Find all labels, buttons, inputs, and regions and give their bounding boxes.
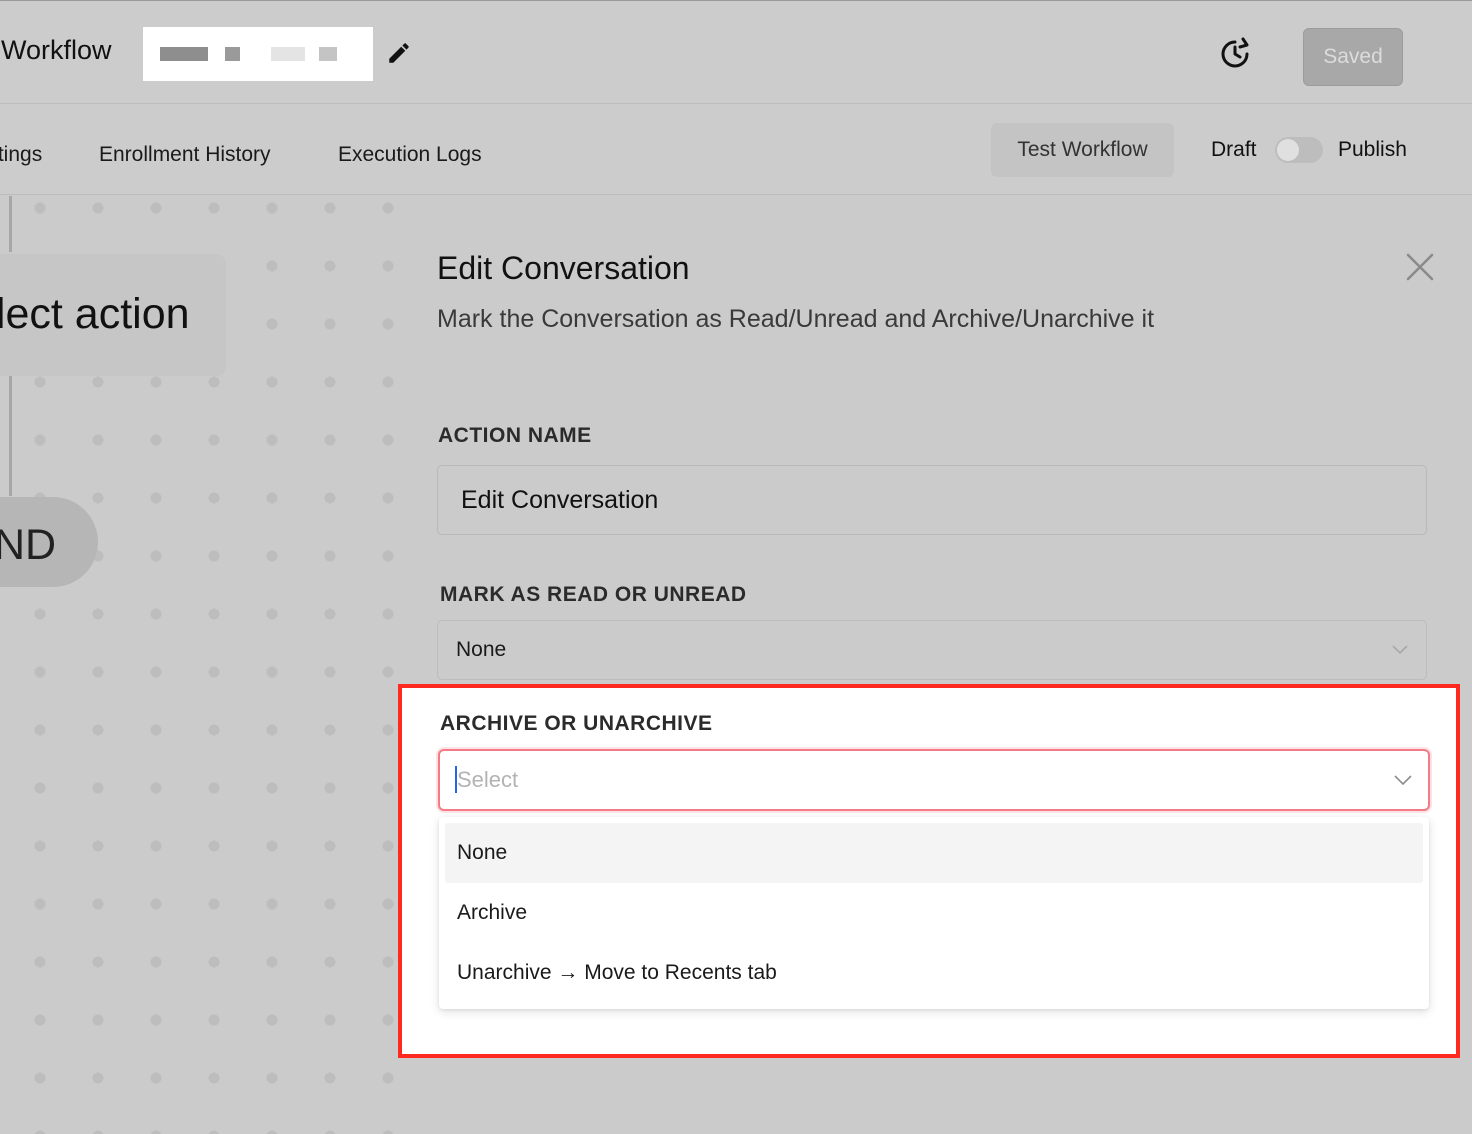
test-workflow-button[interactable]: Test Workflow (991, 123, 1174, 177)
pencil-icon[interactable] (386, 40, 412, 66)
panel-title: Edit Conversation (437, 250, 690, 286)
tab-execution-logs[interactable]: Execution Logs (338, 143, 482, 167)
archive-dropdown-menu: None Archive Unarchive → Move to Recents… (439, 817, 1429, 1009)
read-unread-select[interactable]: None (437, 620, 1427, 680)
publish-label: Publish (1338, 138, 1407, 161)
redacted-text (160, 47, 208, 61)
highlight-box: ARCHIVE OR UNARCHIVE Select None Archive… (398, 684, 1460, 1058)
archive-unarchive-label: ARCHIVE OR UNARCHIVE (440, 712, 713, 735)
action-name-input[interactable]: Edit Conversation (437, 465, 1427, 535)
option-unarchive[interactable]: Unarchive → Move to Recents tab (445, 943, 1423, 1003)
draft-label: Draft (1211, 138, 1257, 161)
option-none[interactable]: None (445, 823, 1423, 883)
action-node-label: elect action (0, 290, 190, 338)
tab-enrollment-history[interactable]: Enrollment History (99, 143, 271, 167)
toggle-knob (1277, 139, 1299, 161)
connector-line (9, 196, 12, 252)
workflow-name-field[interactable] (143, 27, 373, 81)
top-header: / Workflow Saved (0, 0, 1472, 104)
workflow-canvas[interactable]: elect action ND (0, 196, 410, 1134)
workflow-title: / Workflow (0, 35, 112, 65)
tab-settings[interactable]: ttings (0, 143, 42, 167)
end-node-label: ND (0, 521, 57, 569)
archive-placeholder: Select (457, 767, 519, 792)
redacted-text (319, 47, 337, 61)
archive-unarchive-select[interactable]: Select (438, 749, 1430, 811)
connector-line (9, 376, 12, 496)
action-name-label: ACTION NAME (438, 424, 592, 447)
action-node[interactable]: elect action (0, 254, 226, 376)
redacted-text (225, 47, 240, 61)
close-icon[interactable] (1405, 252, 1435, 282)
chevron-down-icon (1394, 775, 1412, 786)
history-icon[interactable] (1216, 35, 1254, 73)
tab-bar: ttings Enrollment History Execution Logs… (0, 104, 1472, 195)
end-node[interactable]: ND (0, 497, 98, 587)
option-archive[interactable]: Archive (445, 883, 1423, 943)
read-unread-value: None (456, 638, 507, 661)
panel-subtitle: Mark the Conversation as Read/Unread and… (437, 305, 1155, 333)
redacted-text (271, 47, 305, 61)
read-unread-label: MARK AS READ OR UNREAD (440, 583, 747, 606)
chevron-down-icon (1392, 645, 1408, 655)
saved-button[interactable]: Saved (1303, 28, 1403, 86)
publish-toggle[interactable] (1275, 137, 1323, 163)
